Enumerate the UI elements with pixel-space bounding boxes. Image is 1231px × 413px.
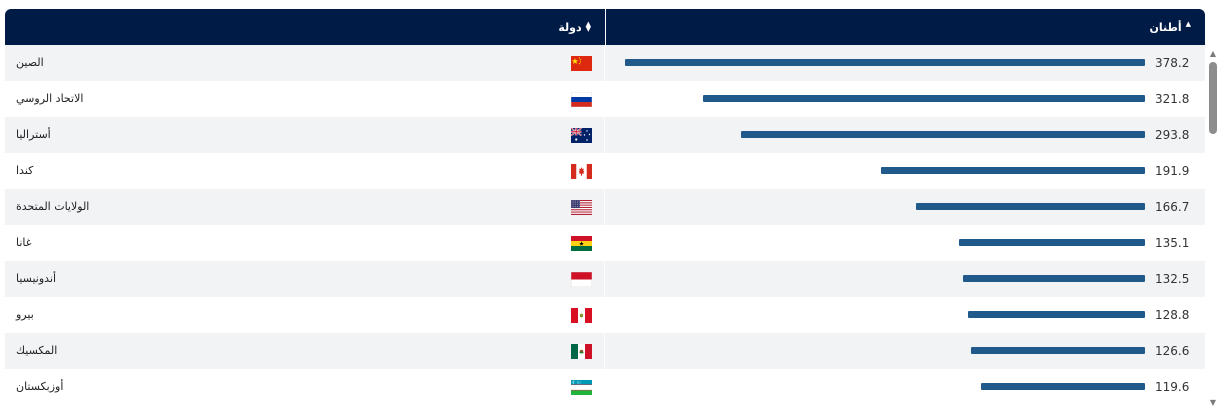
value-column-header[interactable]: أطنان ▲▼ bbox=[605, 9, 1205, 45]
table-row: أوزبكستان 119.6 bbox=[5, 369, 1205, 405]
bar bbox=[980, 383, 1145, 390]
bar bbox=[702, 95, 1145, 102]
russia-flag-icon bbox=[571, 92, 592, 107]
bar bbox=[967, 311, 1145, 318]
canada-flag-icon bbox=[571, 164, 592, 179]
value-label: 166.7 bbox=[1155, 200, 1190, 214]
column-divider bbox=[604, 153, 605, 189]
country-column-header[interactable]: دولة ▲ ▼ bbox=[5, 9, 605, 45]
table-row: الولايات المتحدة 166.7 bbox=[5, 189, 1205, 225]
value-label: 135.1 bbox=[1155, 236, 1190, 250]
value-label: 191.9 bbox=[1155, 164, 1190, 178]
table-row: غانا 135.1 bbox=[5, 225, 1205, 261]
scroll-down-icon[interactable]: ▼ bbox=[1208, 398, 1218, 408]
peru-flag-icon bbox=[571, 308, 592, 323]
value-label: 128.8 bbox=[1155, 308, 1190, 322]
bar bbox=[962, 275, 1145, 282]
ghana-flag-icon bbox=[571, 236, 592, 251]
country-name: أندونيسيا bbox=[16, 272, 57, 285]
column-divider bbox=[604, 81, 605, 117]
country-name: بيرو bbox=[16, 308, 34, 321]
australia-flag-icon bbox=[571, 128, 592, 143]
usa-flag-icon bbox=[571, 200, 592, 215]
country-name: أوزبكستان bbox=[16, 380, 64, 393]
value-label: 321.8 bbox=[1155, 92, 1190, 106]
column-divider bbox=[604, 297, 605, 333]
country-name: أستراليا bbox=[16, 128, 51, 141]
country-name: المكسيك bbox=[16, 344, 58, 357]
uzbekistan-flag-icon bbox=[571, 380, 592, 395]
country-header-label: دولة bbox=[558, 20, 582, 34]
table-row: أندونيسيا 132.5 bbox=[5, 261, 1205, 297]
value-label: 119.6 bbox=[1155, 380, 1190, 394]
table-row: أستراليا 293.8 bbox=[5, 117, 1205, 153]
table-row: بيرو 128.8 bbox=[5, 297, 1205, 333]
country-name: كندا bbox=[16, 164, 34, 177]
bar bbox=[970, 347, 1145, 354]
table-row: المكسيك 126.6 bbox=[5, 333, 1205, 369]
country-name: الصين bbox=[16, 56, 44, 69]
china-flag-icon bbox=[571, 56, 592, 71]
column-divider bbox=[604, 117, 605, 153]
indonesia-flag-icon bbox=[571, 272, 592, 287]
column-divider bbox=[604, 333, 605, 369]
table-row: الاتحاد الروسي 321.8 bbox=[5, 81, 1205, 117]
country-name: غانا bbox=[16, 236, 32, 249]
column-divider bbox=[604, 45, 605, 81]
column-divider bbox=[604, 261, 605, 297]
value-header-label: أطنان bbox=[1149, 20, 1182, 34]
table-header: دولة ▲▼ أطنان ▲▼ bbox=[5, 9, 1205, 45]
bar bbox=[625, 59, 1145, 66]
column-divider bbox=[604, 189, 605, 225]
country-name: الاتحاد الروسي bbox=[16, 92, 84, 105]
bar bbox=[915, 203, 1145, 210]
table-row: الصين 378.2 bbox=[5, 45, 1205, 81]
value-label: 132.5 bbox=[1155, 272, 1190, 286]
scrollbar[interactable]: ▲ ▼ bbox=[1208, 46, 1218, 408]
value-label: 126.6 bbox=[1155, 344, 1190, 358]
table-row: كندا 191.9 bbox=[5, 153, 1205, 189]
bar bbox=[741, 131, 1145, 138]
country-name: الولايات المتحدة bbox=[16, 200, 90, 213]
bar bbox=[959, 239, 1145, 246]
column-divider bbox=[604, 225, 605, 261]
bar bbox=[881, 167, 1145, 174]
table-body: الصين 378.2 الاتحاد الروسي 321.8 أستراليا 293… bbox=[5, 45, 1205, 405]
column-divider bbox=[604, 369, 605, 405]
mexico-flag-icon bbox=[571, 344, 592, 359]
sort-icon[interactable]: ▲▼ bbox=[1186, 21, 1191, 32]
scroll-thumb[interactable] bbox=[1209, 62, 1217, 134]
sort-icon[interactable]: ▲▼ bbox=[586, 21, 591, 33]
data-table: دولة ▲▼ أطنان ▲▼ الصين 378.2 الاتحاد الروس… bbox=[5, 9, 1205, 405]
value-label: 378.2 bbox=[1155, 56, 1190, 70]
scroll-up-icon[interactable]: ▲ bbox=[1208, 49, 1218, 59]
value-label: 293.8 bbox=[1155, 128, 1190, 142]
